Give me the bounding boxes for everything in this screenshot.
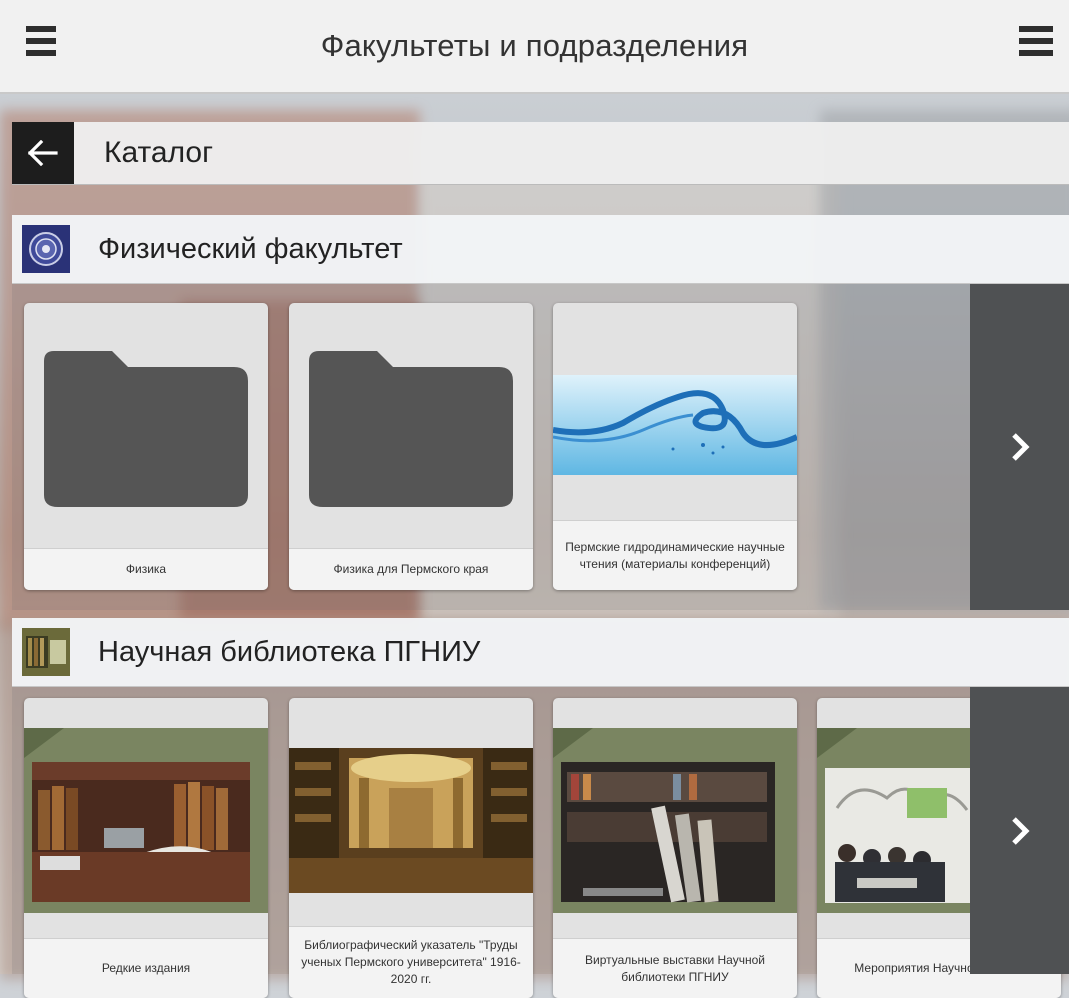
section-title: Научная библиотека ПГНИУ	[98, 635, 481, 668]
arrow-left-icon	[28, 140, 58, 166]
back-button[interactable]	[12, 122, 74, 184]
water-wave-image	[553, 375, 797, 475]
page-title: Факультеты и подразделения	[320, 28, 749, 63]
catalog-card[interactable]: Библиографический указатель "Труды учены…	[289, 698, 533, 998]
catalog-card[interactable]: Физика для Пермского края	[289, 303, 533, 590]
catalog-card[interactable]: Пермские гидродинамические научные чтени…	[553, 303, 797, 590]
section-header[interactable]: Научная библиотека ПГНИУ	[12, 618, 1069, 687]
next-button[interactable]	[970, 687, 1069, 974]
card-caption: Редкие издания	[24, 938, 268, 998]
menu-icon[interactable]	[1019, 26, 1053, 58]
section-title: Физический факультет	[98, 232, 403, 265]
catalog-card[interactable]: Физика	[24, 303, 268, 590]
top-app-bar: Факультеты и подразделения	[0, 0, 1069, 94]
card-caption: Библиографический указатель "Труды учены…	[289, 926, 533, 998]
university-seal-icon	[22, 225, 70, 273]
next-button[interactable]	[970, 284, 1069, 610]
catalog-title: Каталог	[104, 136, 214, 169]
card-caption: Виртуальные выставки Научной библиотеки …	[553, 938, 797, 998]
catalog-bar: Каталог	[12, 122, 1069, 185]
card-row: Редкие издания Библиографический указате…	[12, 687, 1069, 998]
card-caption: Физика для Пермского края	[289, 548, 533, 590]
folder-icon	[309, 351, 513, 507]
library-hall-image	[289, 748, 533, 893]
catalog-card[interactable]: Редкие издания	[24, 698, 268, 998]
chevron-right-icon	[1011, 816, 1030, 845]
bookshelf-laptop-image	[553, 728, 797, 913]
card-caption: Физика	[24, 548, 268, 590]
section-header[interactable]: Физический факультет	[12, 215, 1069, 284]
card-caption: Пермские гидродинамические научные чтени…	[553, 520, 797, 590]
catalog-card[interactable]: Виртуальные выставки Научной библиотеки …	[553, 698, 797, 998]
card-row: Физика Физика для Пермского края Пермски…	[12, 284, 1069, 610]
chevron-right-icon	[1011, 433, 1030, 461]
library-icon	[22, 628, 70, 676]
menu-icon[interactable]	[26, 26, 56, 58]
rare-books-image	[24, 728, 268, 913]
folder-icon	[44, 351, 248, 507]
